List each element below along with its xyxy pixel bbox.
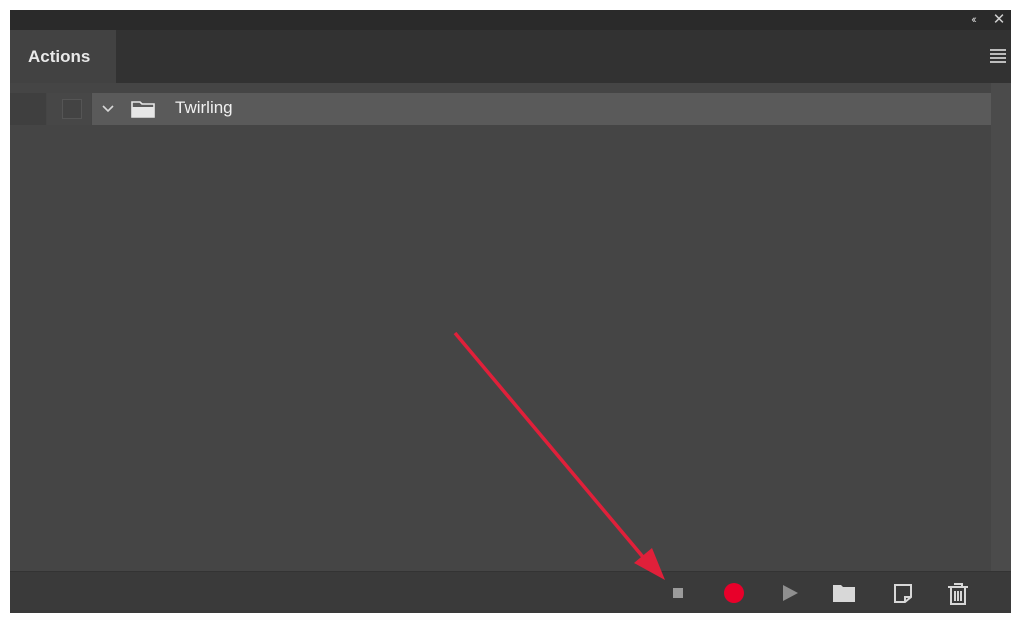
tab-actions[interactable]: Actions <box>10 30 116 83</box>
vertical-scrollbar[interactable] <box>991 83 1011 571</box>
record-icon[interactable] <box>720 580 748 606</box>
stop-icon[interactable] <box>664 580 692 606</box>
folder-icon <box>131 101 155 118</box>
menu-line <box>990 53 1006 55</box>
list-item[interactable]: Twirling <box>10 93 991 125</box>
item-toggle-checkbox[interactable] <box>47 93 91 125</box>
panel-title-bar: ‹‹ ✕ <box>10 10 1011 30</box>
close-panel-button[interactable]: ✕ <box>990 11 1008 29</box>
actions-panel: ‹‹ ✕ Actions Twirling <box>10 10 1011 613</box>
new-action-icon[interactable] <box>889 580 917 606</box>
chevron-down-icon[interactable] <box>100 101 116 117</box>
delete-icon[interactable] <box>944 580 972 606</box>
collapse-panel-button[interactable]: ‹‹ <box>965 12 981 28</box>
screenshot-frame: ‹‹ ✕ Actions Twirling <box>0 0 1011 618</box>
panel-menu-button[interactable] <box>988 47 1008 65</box>
toggle-dialog-cell[interactable] <box>10 93 46 125</box>
checkbox-box <box>62 99 82 119</box>
menu-line <box>990 49 1006 51</box>
menu-line <box>990 57 1006 59</box>
action-set-label: Twirling <box>175 98 233 117</box>
action-set-row[interactable]: Twirling <box>92 93 991 125</box>
new-set-icon[interactable] <box>830 580 858 606</box>
actions-list: Twirling <box>10 83 1011 571</box>
panel-toolbar <box>10 571 1011 613</box>
play-icon[interactable] <box>776 580 804 606</box>
tab-bar: Actions <box>10 30 1011 83</box>
menu-line <box>990 61 1006 63</box>
